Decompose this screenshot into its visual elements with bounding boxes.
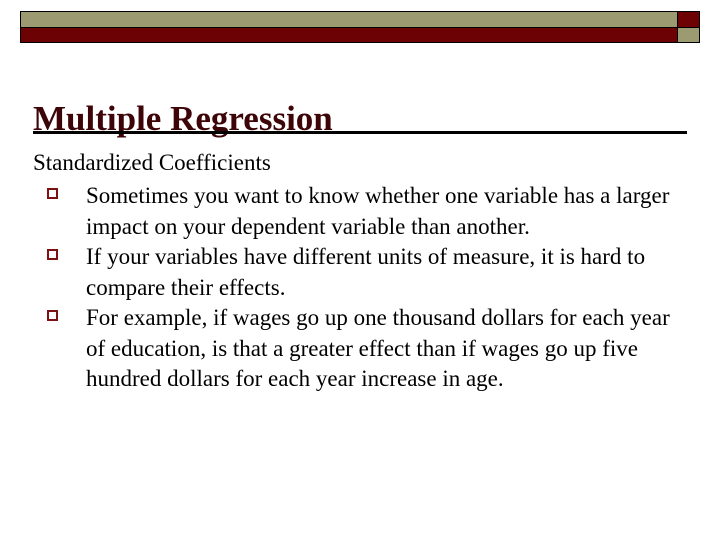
list-item-label: Sometimes you want to know whether one v… xyxy=(86,183,670,239)
banner-cap-olive-square xyxy=(678,27,699,42)
square-bullet-icon xyxy=(47,310,58,321)
banner-maroon-band xyxy=(21,27,677,42)
banner-olive-band xyxy=(21,12,677,27)
page-title: Multiple Regression xyxy=(33,99,333,139)
list-item-label: If your variables have different units o… xyxy=(86,244,646,300)
list-item-label: For example, if wages go up one thousand… xyxy=(86,305,670,391)
title-divider xyxy=(33,131,687,134)
banner-main-bar xyxy=(20,11,678,43)
slide-body: Standardized Coefficients Sometimes you … xyxy=(33,147,693,395)
decorative-header-banner xyxy=(20,11,700,43)
square-bullet-icon xyxy=(47,249,58,260)
list-item: For example, if wages go up one thousand… xyxy=(33,303,693,395)
list-item: Sometimes you want to know whether one v… xyxy=(33,181,693,242)
banner-cap-maroon-square xyxy=(678,12,699,27)
square-bullet-icon xyxy=(47,188,58,199)
lead-line: Standardized Coefficients xyxy=(33,150,271,175)
bullet-list: Sometimes you want to know whether one v… xyxy=(33,181,693,395)
list-item: If your variables have different units o… xyxy=(33,242,693,303)
banner-checker-cap xyxy=(678,11,700,43)
